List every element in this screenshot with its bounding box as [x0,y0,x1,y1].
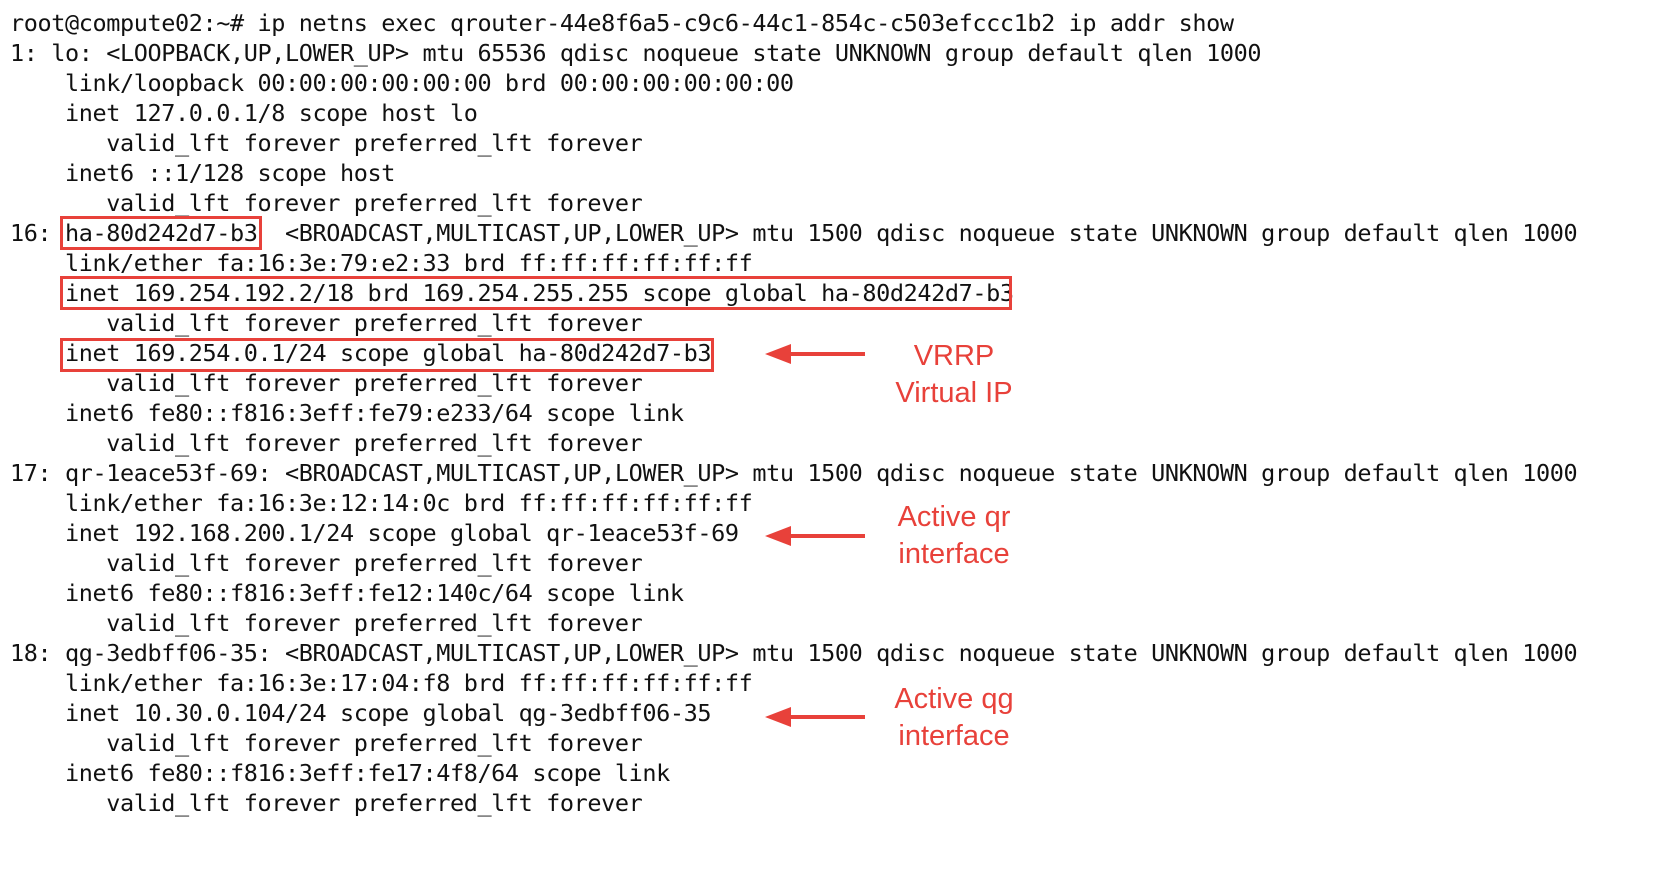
output-line: link/ether fa:16:3e:79:e2:33 brd ff:ff:f… [10,249,753,277]
output-line: link/ether fa:16:3e:17:04:f8 brd ff:ff:f… [10,669,753,697]
annotation-vrrp-virtual-ip: VRRP Virtual IP [874,338,1034,412]
output-line: valid_lft forever preferred_lft forever [10,369,643,397]
highlight-box-ha-interface [60,216,262,250]
output-line: valid_lft forever preferred_lft forever [10,549,643,577]
output-line: inet 192.168.200.1/24 scope global qr-1e… [10,519,739,547]
output-line: link/loopback 00:00:00:00:00:00 brd 00:0… [10,69,794,97]
output-line: valid_lft forever preferred_lft forever [10,609,643,637]
output-line: valid_lft forever preferred_lft forever [10,729,643,757]
output-line: inet6 fe80::f816:3eff:fe12:140c/64 scope… [10,579,684,607]
output-line: valid_lft forever preferred_lft forever [10,309,643,337]
interface-header-lo: 1: lo: <LOOPBACK,UP,LOWER_UP> mtu 65536 … [10,39,1262,67]
output-line: valid_lft forever preferred_lft forever [10,789,643,817]
annotation-line: Active qg [894,683,1014,715]
output-line: inet6 fe80::f816:3eff:fe17:4f8/64 scope … [10,759,670,787]
output-line: inet6 fe80::f816:3eff:fe79:e233/64 scope… [10,399,684,427]
annotation-active-qr: Active qr interface [874,499,1034,573]
arrow-left-icon [765,344,865,364]
highlight-box-ha-inet [60,276,1012,310]
output-line: link/ether fa:16:3e:12:14:0c brd ff:ff:f… [10,489,753,517]
interface-header-qr: 17: qr-1eace53f-69: <BROADCAST,MULTICAST… [10,459,1578,487]
output-line: valid_lft forever preferred_lft forever [10,429,643,457]
command-prompt-line: root@compute02:~# ip netns exec qrouter-… [10,9,1234,37]
output-line: valid_lft forever preferred_lft forever [10,189,643,217]
annotation-line: Virtual IP [895,377,1013,409]
interface-header-qg: 18: qg-3edbff06-35: <BROADCAST,MULTICAST… [10,639,1578,667]
arrow-left-icon [765,526,865,546]
arrow-left-icon [765,707,865,727]
annotation-line: interface [898,538,1010,570]
annotation-line: interface [898,720,1010,752]
highlight-box-vrrp-inet [60,338,714,372]
annotation-active-qg: Active qg interface [874,681,1034,755]
annotation-line: Active qr [897,501,1011,533]
terminal-output: root@compute02:~# ip netns exec qrouter-… [10,8,1665,878]
output-line: valid_lft forever preferred_lft forever [10,129,643,157]
output-line: inet 10.30.0.104/24 scope global qg-3edb… [10,699,712,727]
output-line: inet6 ::1/128 scope host [10,159,395,187]
annotation-line: VRRP [913,340,995,372]
output-line: inet 127.0.0.1/8 scope host lo [10,99,478,127]
